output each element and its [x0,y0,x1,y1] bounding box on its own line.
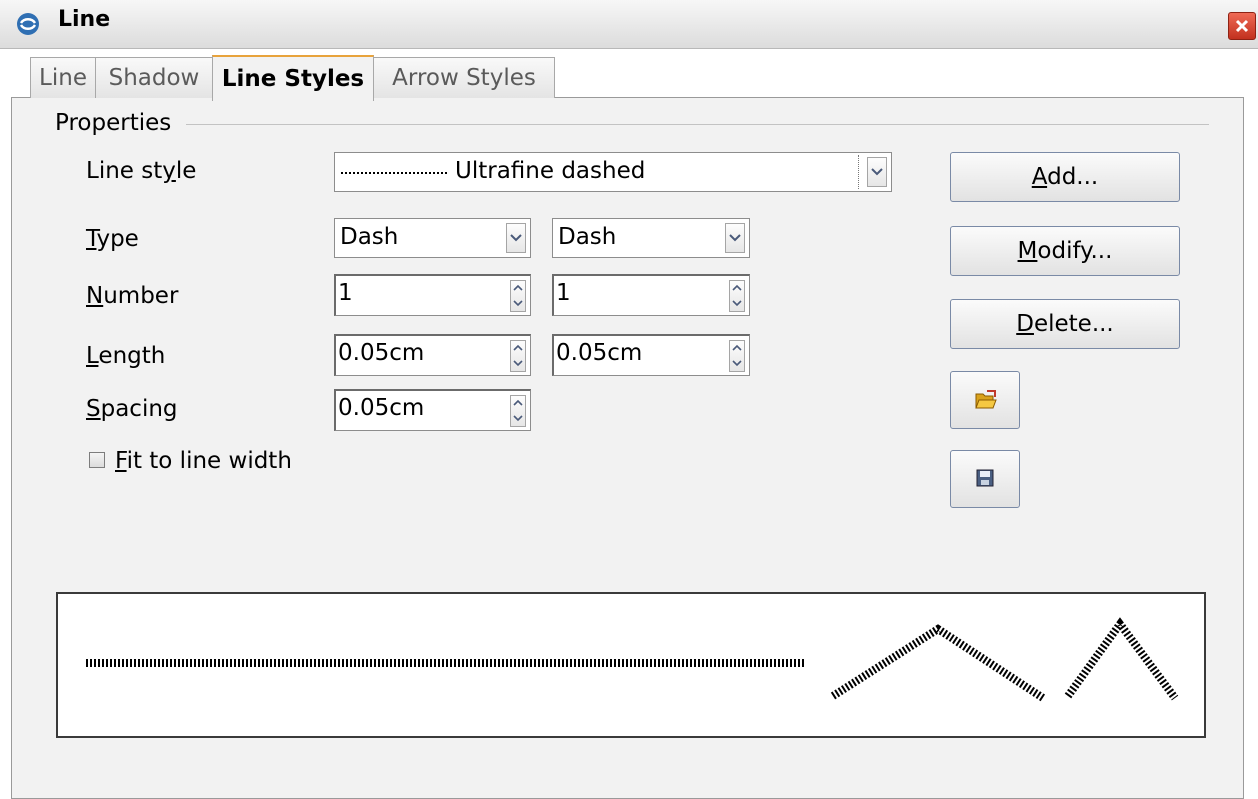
line-style-dropdown-button[interactable] [867,157,887,187]
length-value-1: 0.05cm [338,340,425,366]
app-logo-icon [17,13,39,35]
length-spinbox-1[interactable]: 0.05cm [334,334,531,376]
spacing-value: 0.05cm [338,395,425,421]
tab-line-styles[interactable]: Line Styles [212,55,374,101]
chevron-down-icon [729,234,741,242]
spin-down-icon [513,415,523,422]
line-style-dropdown[interactable]: Ultrafine dashed [334,152,892,192]
number-spinbox-2[interactable]: 1 [552,274,750,316]
length-value-2: 0.05cm [556,340,643,366]
spin-up-icon [732,344,742,351]
floppy-disk-icon [976,469,994,487]
load-line-styles-button[interactable] [950,371,1020,429]
number-label: Number [86,283,179,309]
properties-heading: Properties [55,110,172,136]
length-spinbox-1-buttons[interactable] [510,340,526,372]
spin-up-icon [513,399,523,406]
line-style-label: Line style [86,158,197,184]
spacing-spinbox-buttons[interactable] [510,395,526,427]
line-style-preview [56,592,1206,738]
length-spinbox-2-buttons[interactable] [729,340,745,372]
number-spinbox-1[interactable]: 1 [334,274,531,316]
type-value-2: Dash [558,224,617,250]
number-spinbox-2-buttons[interactable] [729,280,745,312]
line-style-value: Ultrafine dashed [455,158,646,184]
type-dropdown-1-button[interactable] [506,223,526,253]
spin-up-icon [513,344,523,351]
spacing-spinbox[interactable]: 0.05cm [334,389,531,431]
chevron-down-icon [871,168,883,176]
type-dropdown-2[interactable]: Dash [552,218,750,258]
number-value-2: 1 [556,280,571,306]
tab-arrow-styles[interactable]: Arrow Styles [373,57,555,98]
type-value-1: Dash [340,224,399,250]
fit-to-line-width-label[interactable]: Fit to line width [115,448,292,474]
tab-line[interactable]: Line [30,57,96,98]
chevron-down-icon [510,234,522,242]
close-button[interactable] [1228,12,1256,40]
type-dropdown-1[interactable]: Dash [334,218,531,258]
dashed-line-sample-icon [341,172,449,174]
tab-shadow[interactable]: Shadow [95,57,213,98]
type-dropdown-2-button[interactable] [725,223,745,253]
title-bar: Line [0,0,1258,49]
modify-button[interactable]: Modify... [950,226,1180,276]
close-icon [1235,19,1249,33]
length-label: Length [86,343,166,369]
spin-up-icon [513,284,523,291]
fit-to-line-width-checkbox[interactable] [89,452,105,468]
spin-down-icon [513,300,523,307]
spin-up-icon [732,284,742,291]
spin-down-icon [513,360,523,367]
add-button[interactable]: Add... [950,152,1180,202]
length-spinbox-2[interactable]: 0.05cm [552,334,750,376]
dropdown-separator [858,155,860,189]
section-divider [186,124,1209,125]
spin-down-icon [732,360,742,367]
spacing-label: Spacing [86,396,178,422]
save-line-styles-button[interactable] [950,450,1020,508]
number-value-1: 1 [338,280,353,306]
delete-button[interactable]: Delete... [950,299,1180,349]
spin-down-icon [732,300,742,307]
line-preview-drawing [86,617,1179,702]
type-label: Type [86,226,139,252]
open-folder-icon [975,390,997,409]
number-spinbox-1-buttons[interactable] [510,280,526,312]
window-title: Line [58,7,111,32]
